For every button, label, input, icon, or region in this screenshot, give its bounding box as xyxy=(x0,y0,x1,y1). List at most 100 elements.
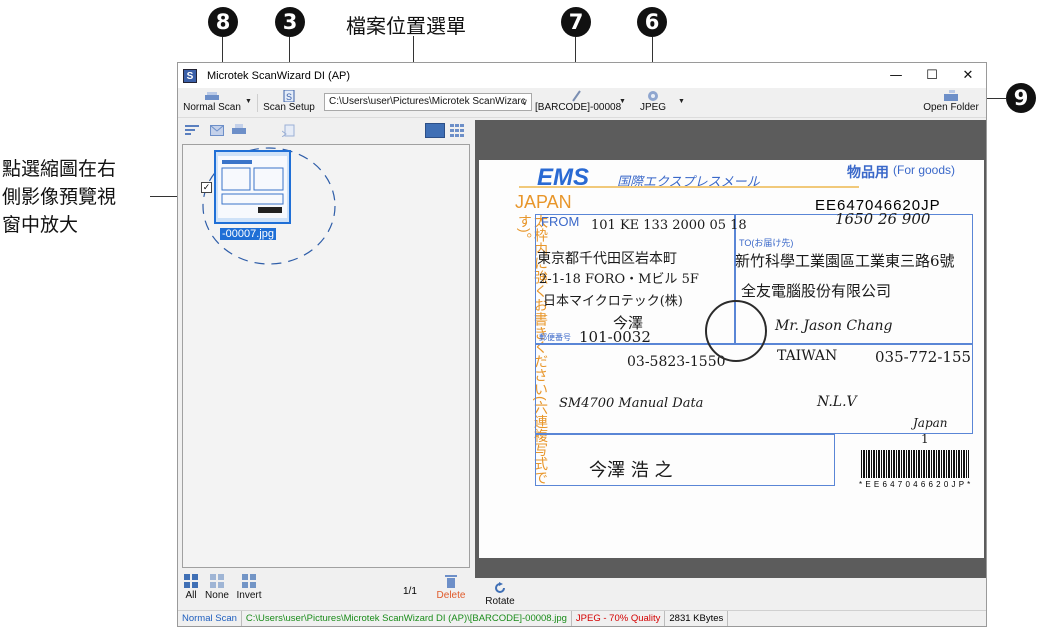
pen-icon xyxy=(572,90,581,102)
rotate-icon xyxy=(495,582,505,593)
title-bar: S Microtek ScanWizard DI (AP) — ☐ ✕ xyxy=(178,63,986,88)
origin-country: Japan xyxy=(913,416,948,430)
sender-phone: 03-5823-1550 xyxy=(627,354,726,370)
chevron-down-icon: ∨ xyxy=(521,97,528,107)
contents-description: SM4700 Manual Data xyxy=(559,396,704,411)
callout-badge-6: 6 xyxy=(637,7,667,37)
thumbnail-note-line: 點選縮圖在右 xyxy=(2,158,117,180)
thumbnail-filename[interactable]: -00007.jpg xyxy=(220,228,276,240)
normal-scan-label: Normal Scan xyxy=(183,102,241,113)
rotate-label: Rotate xyxy=(485,596,515,607)
callout-badge-7: 7 xyxy=(561,7,591,37)
header-rule xyxy=(519,186,859,188)
item-quantity: 1 xyxy=(921,432,929,446)
invert-selection-button[interactable]: Invert xyxy=(235,574,263,601)
receiver-country: TAIWAN xyxy=(777,348,838,364)
contents-nlv: N.L.V xyxy=(817,394,857,410)
gear-icon xyxy=(648,91,658,101)
select-none-icon xyxy=(210,574,224,588)
side-note: 太枠内に強くお書きください(六連複写式です)。 xyxy=(517,214,549,514)
select-none-button[interactable]: None xyxy=(203,574,231,601)
thumbnail-item[interactable] xyxy=(214,150,291,224)
large-thumbnail-view-icon[interactable] xyxy=(425,123,445,138)
goods-label: 物品用 xyxy=(847,164,889,180)
callout-badge-9: 9 xyxy=(1006,83,1036,113)
printer-icon[interactable] xyxy=(231,124,247,136)
open-folder-icon xyxy=(944,90,958,101)
trash-icon xyxy=(445,575,457,588)
maximize-button[interactable]: ☐ xyxy=(914,63,950,88)
select-all-button[interactable]: All xyxy=(182,574,200,601)
app-icon: S xyxy=(183,68,197,83)
open-folder-button[interactable]: Open Folder xyxy=(922,90,980,113)
mail-icon[interactable] xyxy=(210,125,224,136)
svg-text:S: S xyxy=(286,92,292,102)
callout-badge-3: 3 xyxy=(275,7,305,37)
receiver-name: Mr. Jason Chang xyxy=(775,318,893,334)
annotated-screenshot: 8 3 檔案位置選單 7 6 9 點選縮圖在右 側影像預覽視 窗中放大 S Mi… xyxy=(0,0,1039,628)
image-preview: EMS 国際エクスプレスメール 物品用 (For goods) JAPAN EE… xyxy=(475,120,986,578)
receiver-address-1: 新竹科學工業園區工業東三路6號 xyxy=(735,252,955,270)
receiver-phone: 035-772-155 xyxy=(875,348,972,366)
sender-address-1: 東京都千代田区岩本町 xyxy=(537,251,677,267)
document-thumbnail-image xyxy=(218,156,287,218)
status-quality: JPEG - 70% Quality xyxy=(572,611,666,626)
handwritten-date: 101 KE 133 2000 05 18 xyxy=(591,218,747,233)
normal-scan-button[interactable]: Normal Scan xyxy=(182,90,242,113)
scanned-ems-form: EMS 国際エクスプレスメール 物品用 (For goods) JAPAN EE… xyxy=(479,160,984,558)
sort-icon[interactable] xyxy=(185,125,199,137)
file-format-label: JPEG xyxy=(639,102,667,113)
sender-address-3: 日本マイクロテック(株) xyxy=(543,294,683,309)
country-japan: JAPAN xyxy=(515,192,572,212)
delete-label: Delete xyxy=(436,590,466,601)
status-file-path: C:\Users\user\Pictures\Microtek ScanWiza… xyxy=(242,611,572,626)
thumbnail-list: ✓ -00007.jpg xyxy=(182,144,470,568)
sender-postal-code: 101-0032 xyxy=(579,328,651,346)
thumbnail-panel: ✓ -00007.jpg All None Invert 1/1 Delete xyxy=(178,120,474,612)
invert-selection-icon xyxy=(242,574,256,588)
preview-actions: Rotate xyxy=(475,578,986,612)
format-dropdown-icon[interactable]: ▼ xyxy=(678,98,685,105)
select-none-label: None xyxy=(205,590,229,601)
scanwizard-window: S Microtek ScanWizard DI (AP) — ☐ ✕ Norm… xyxy=(177,62,987,627)
scanner-icon xyxy=(205,92,219,100)
from-label: FROM xyxy=(541,214,580,229)
delete-button[interactable]: Delete xyxy=(434,574,468,601)
barcode-naming-label: [BARCODE]-00008 xyxy=(535,102,622,113)
scan-setup-icon: S xyxy=(283,90,295,102)
thumbnail-note: 點選縮圖在右 側影像預覽視 窗中放大 xyxy=(2,155,116,239)
barcode-naming-button[interactable]: [BARCODE]-00008 xyxy=(535,90,621,113)
toolbar: Normal Scan ▼ S Scan Setup C:\Users\user… xyxy=(178,88,986,118)
normal-scan-dropdown-icon[interactable]: ▼ xyxy=(245,98,252,105)
invert-selection-label: Invert xyxy=(236,590,262,601)
scan-setup-label: Scan Setup xyxy=(263,102,315,113)
handwritten-weight: 1650 26 900 xyxy=(835,210,931,228)
small-thumbnail-view-icon[interactable] xyxy=(450,124,464,137)
window-title: Microtek ScanWizard DI (AP) xyxy=(207,69,351,82)
scan-setup-button[interactable]: S Scan Setup xyxy=(262,90,316,113)
barcode-dropdown-icon[interactable]: ▼ xyxy=(619,98,626,105)
postmark-stamp xyxy=(705,300,767,362)
file-format-button[interactable]: JPEG xyxy=(633,90,673,113)
toolbar-separator xyxy=(257,94,258,112)
signature-section xyxy=(535,434,835,486)
export-icon[interactable] xyxy=(282,124,296,137)
to-label: TO(お届け先) xyxy=(739,238,794,248)
thumbnail-note-line: 窗中放大 xyxy=(2,214,79,236)
select-all-label: All xyxy=(185,590,197,601)
close-button[interactable]: ✕ xyxy=(950,63,986,88)
thumbnail-checkbox[interactable]: ✓ xyxy=(201,182,212,193)
select-all-icon xyxy=(184,574,198,588)
tracking-barcode xyxy=(861,450,969,478)
file-location-select[interactable]: C:\Users\user\Pictures\Microtek ScanWiza… xyxy=(324,93,532,111)
sender-address-2: 2-1-18 FORO・Mビル 5F xyxy=(539,272,699,287)
status-bar: Normal Scan C:\Users\user\Pictures\Micro… xyxy=(178,610,986,626)
status-scan-mode: Normal Scan xyxy=(178,611,242,626)
rotate-button[interactable]: Rotate xyxy=(485,582,515,607)
receiver-address-2: 全友電腦股份有限公司 xyxy=(741,282,892,300)
sender-signature: 今澤 浩 之 xyxy=(589,460,673,481)
minimize-button[interactable]: — xyxy=(878,63,914,88)
path-menu-callout: 檔案位置選單 xyxy=(346,14,466,38)
postal-code-label: 郵便番号 xyxy=(539,333,571,342)
file-location-value: C:\Users\user\Pictures\Microtek ScanWiza… xyxy=(329,96,526,107)
